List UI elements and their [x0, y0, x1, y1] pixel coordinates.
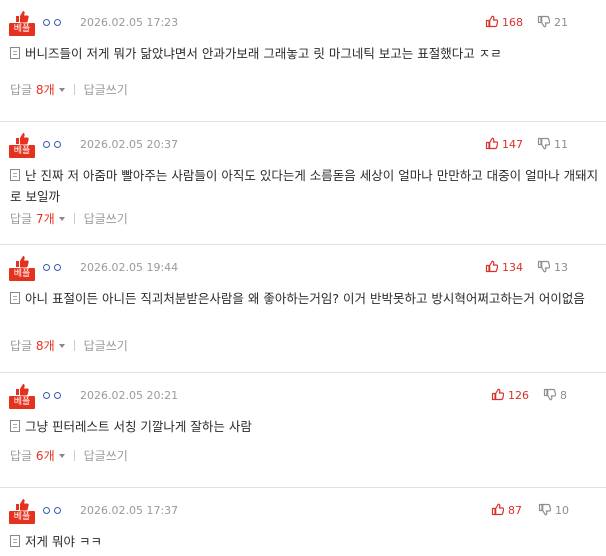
downvote-count: 21	[554, 16, 568, 29]
comment-text: 저게 뭐야 ㅋㅋ	[10, 531, 600, 552]
best-badge: 베플	[9, 383, 35, 409]
reply-toggle[interactable]: 답글 8개	[10, 83, 65, 97]
chevron-down-icon	[58, 88, 65, 92]
comment-date: 2026.02.05 19:44	[80, 261, 179, 274]
reply-label: 답글	[10, 339, 33, 353]
thumbs-up-icon	[485, 260, 498, 273]
comment-item: 베플 2026.02.05 20:21 126 8 그냥 핀터레스트 서칭 기깔…	[0, 373, 606, 488]
chevron-down-icon	[58, 454, 65, 458]
reply-count: 6개	[35, 449, 55, 463]
divider	[73, 213, 75, 224]
reply-count: 8개	[35, 83, 55, 97]
thumbs-up-icon	[16, 384, 29, 396]
document-icon	[10, 535, 20, 547]
best-label: 베플	[9, 511, 35, 524]
write-reply-button[interactable]: 답글쓰기	[84, 339, 128, 353]
best-badge: 베플	[9, 255, 35, 281]
reply-toggle[interactable]: 답글 6개	[10, 449, 65, 463]
author-icon[interactable]	[43, 264, 65, 272]
comment-text: 그냥 핀터레스트 서칭 기깔나게 잘하는 사람	[10, 416, 600, 437]
thumbs-down-icon	[538, 503, 551, 516]
comment-date: 2026.02.05 17:23	[80, 16, 179, 29]
document-icon	[10, 47, 20, 59]
comment-text-content: 난 진짜 저 아줌마 빨아주는 사람들이 아직도 있다는게 소름돋음 세상이 얼…	[10, 168, 599, 204]
divider	[73, 340, 75, 351]
upvote-count: 134	[502, 261, 523, 274]
document-icon	[10, 292, 20, 304]
upvote-count: 147	[502, 138, 523, 151]
comment-date: 2026.02.05 20:21	[80, 389, 179, 402]
divider	[73, 84, 75, 95]
comment-footer: 답글 8개 답글쓰기	[10, 337, 128, 354]
document-icon	[10, 420, 20, 432]
reply-label: 답글	[10, 449, 33, 463]
best-badge: 베플	[9, 498, 35, 524]
downvote-count: 13	[554, 261, 568, 274]
thumbs-up-icon	[485, 137, 498, 150]
comment-footer: 답글 7개 답글쓰기	[10, 210, 128, 227]
chevron-down-icon	[58, 217, 65, 221]
document-icon	[10, 169, 20, 181]
comment-date: 2026.02.05 17:37	[80, 504, 179, 517]
upvote-count: 126	[508, 389, 529, 402]
reply-count: 7개	[35, 212, 55, 226]
thumbs-down-icon	[537, 260, 550, 273]
best-label: 베플	[9, 145, 35, 158]
reply-toggle[interactable]: 답글 7개	[10, 212, 65, 226]
thumbs-up-icon	[16, 256, 29, 268]
write-reply-button[interactable]: 답글쓰기	[84, 83, 128, 97]
comment-text-content: 버니즈들이 저게 뭐가 닮았냐면서 안과가보래 그래놓고 릿 마그네틱 보고는 …	[25, 46, 502, 61]
write-reply-button[interactable]: 답글쓰기	[84, 212, 128, 226]
comment-text: 난 진짜 저 아줌마 빨아주는 사람들이 아직도 있다는게 소름돋음 세상이 얼…	[10, 165, 600, 207]
author-icon[interactable]	[43, 141, 65, 149]
thumbs-down-icon	[537, 137, 550, 150]
downvote-count: 10	[555, 504, 569, 517]
best-label: 베플	[9, 268, 35, 281]
upvote-count: 168	[502, 16, 523, 29]
comment-list: 베플 2026.02.05 17:23 168 21 버니즈들이 저게 뭐가 닮…	[0, 0, 606, 556]
reply-label: 답글	[10, 212, 33, 226]
best-badge: 베플	[9, 10, 35, 36]
comment-text-content: 그냥 핀터레스트 서칭 기깔나게 잘하는 사람	[25, 419, 252, 434]
comment-footer: 답글 8개 답글쓰기	[10, 81, 128, 98]
comment-text: 버니즈들이 저게 뭐가 닮았냐면서 안과가보래 그래놓고 릿 마그네틱 보고는 …	[10, 43, 600, 64]
upvote-count: 87	[508, 504, 522, 517]
comment-footer: 답글 6개 답글쓰기	[10, 447, 128, 464]
thumbs-down-icon	[543, 388, 556, 401]
comment-item: 베플 2026.02.05 20:37 147 11 난 진짜 저 아줌마 빨아…	[0, 122, 606, 245]
thumbs-up-icon	[16, 133, 29, 145]
divider	[73, 450, 75, 461]
thumbs-up-icon	[485, 15, 498, 28]
comment-item: 베플 2026.02.05 19:44 134 13 아니 표절이든 아니든 직…	[0, 245, 606, 373]
thumbs-up-icon	[16, 11, 29, 23]
write-reply-button[interactable]: 답글쓰기	[84, 449, 128, 463]
comment-text-content: 저게 뭐야 ㅋㅋ	[25, 534, 102, 549]
comment-item: 베플 2026.02.05 17:23 168 21 버니즈들이 저게 뭐가 닮…	[0, 0, 606, 122]
reply-toggle[interactable]: 답글 8개	[10, 339, 65, 353]
author-icon[interactable]	[43, 392, 65, 400]
best-label: 베플	[9, 396, 35, 409]
reply-label: 답글	[10, 83, 33, 97]
comment-text-content: 아니 표절이든 아니든 직괴처분받은사람을 왜 좋아하는거임? 이거 반박못하고…	[25, 291, 585, 306]
thumbs-up-icon	[491, 388, 504, 401]
downvote-count: 8	[560, 389, 567, 402]
comment-date: 2026.02.05 20:37	[80, 138, 179, 151]
best-badge: 베플	[9, 132, 35, 158]
comment-item: 베플 2026.02.05 17:37 87 10 저게 뭐야 ㅋㅋ	[0, 488, 606, 556]
author-icon[interactable]	[43, 19, 65, 27]
thumbs-up-icon	[16, 499, 29, 511]
thumbs-up-icon	[491, 503, 504, 516]
chevron-down-icon	[58, 344, 65, 348]
comment-text: 아니 표절이든 아니든 직괴처분받은사람을 왜 좋아하는거임? 이거 반박못하고…	[10, 288, 600, 309]
reply-count: 8개	[35, 339, 55, 353]
thumbs-down-icon	[537, 15, 550, 28]
author-icon[interactable]	[43, 507, 65, 515]
downvote-count: 11	[554, 138, 568, 151]
best-label: 베플	[9, 23, 35, 36]
